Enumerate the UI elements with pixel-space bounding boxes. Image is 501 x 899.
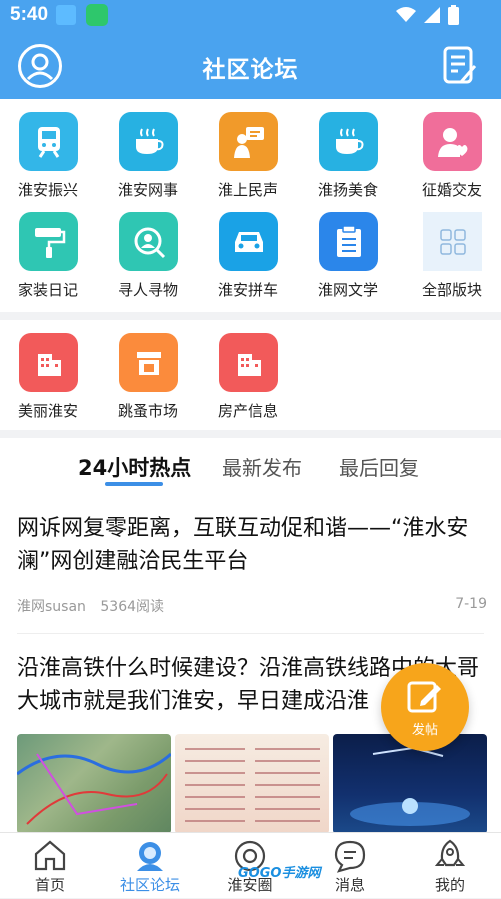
category-huaian-pinche[interactable]: 淮安拼车 [200,199,300,299]
post-divider [17,633,484,634]
category-label: 全部版块 [422,281,483,299]
search-person-icon [119,212,178,271]
speaker-person-icon [219,112,278,171]
category-grid: 淮安振兴 淮安网事 淮上民声 淮扬美食 征婚交友 家装日记 寻人寻物 淮安拼车 … [0,99,501,312]
category-huaiyang-meishi[interactable]: 淮扬美食 [300,99,400,199]
map-thumbnail[interactable] [17,734,171,832]
nav-home[interactable]: 首页 [0,833,100,899]
stats-table-thumbnail[interactable] [175,734,329,832]
page-title: 社区论坛 [202,57,299,83]
home-icon [34,840,66,871]
category-tiaozao-shichang[interactable]: 跳蚤市场 [100,320,200,420]
signal-icon [424,7,440,23]
category-huaishang-minsheng[interactable]: 淮上民声 [200,99,300,199]
nav-label: 社区论坛 [119,876,180,894]
category-label: 寻人寻物 [118,281,179,299]
nav-community[interactable]: 社区论坛 [100,833,200,899]
tab-active-indicator [105,482,163,486]
post-title[interactable]: 网诉网复零距离，互联互动促和谐——“淮水安澜”网创建融洽民生平台 [17,512,487,578]
feed-tabs: 24小时热点 最新发布 最后回复 [0,438,501,498]
category-label: 淮网文学 [318,281,379,299]
new-post-label: 发帖 [411,723,438,738]
category-huaian-wangshi[interactable]: 淮安网事 [100,99,200,199]
category-xunren-xunwu[interactable]: 寻人寻物 [100,199,200,299]
document-list-icon [319,212,378,271]
edit-icon [407,681,441,713]
tab-last-reply[interactable]: 最后回复 [339,452,419,481]
download-notification-icon [56,5,76,25]
battery-icon [448,5,459,25]
app-notification-icon [86,4,108,26]
new-post-button[interactable]: 发帖 [381,663,469,751]
status-time: 5:40 [10,4,49,25]
post-item[interactable]: 网诉网复零距离，互联互动促和谐——“淮水安澜”网创建融洽民生平台 淮网susan… [17,512,487,616]
train-icon [19,112,78,171]
paint-roller-icon [19,212,78,271]
tab-latest[interactable]: 最新发布 [222,452,302,481]
post-meta: 淮网susan 5364阅读 7-19 [17,596,487,616]
coffee-icon [119,112,178,171]
category-label: 美丽淮安 [18,402,79,420]
shop-icon [119,333,178,392]
category-label: 征婚交友 [422,181,483,199]
category-label: 房产信息 [218,402,279,420]
category-zhenghun-jiaoyou[interactable]: 征婚交友 [400,99,500,199]
wifi-icon [396,7,416,22]
chat-icon [334,840,366,873]
nav-label: 首页 [34,876,65,894]
category-fangchan-xinxi[interactable]: 房产信息 [200,320,300,420]
watermark: GOGO手游网 [238,866,321,881]
building-icon [19,333,78,392]
person-heart-icon [423,112,482,171]
nav-label: 我的 [434,876,465,894]
category-label: 跳蚤市场 [118,402,179,420]
post-author: 淮网susan [17,599,86,615]
post-date: 7-19 [455,596,487,612]
category-huaiwang-wenxue[interactable]: 淮网文学 [300,199,400,299]
compose-icon[interactable] [443,46,477,86]
category-label: 淮安拼车 [218,281,279,299]
community-icon [137,842,163,871]
nav-profile[interactable]: 我的 [400,833,500,899]
status-icons [396,5,459,25]
category-grid-secondary: 美丽淮安 跳蚤市场 房产信息 [0,320,501,430]
category-label: 淮扬美食 [318,181,379,199]
category-label: 淮安振兴 [18,181,79,199]
category-meili-huaian[interactable]: 美丽淮安 [0,320,100,420]
tab-24h-hot[interactable]: 24小时热点 [78,452,191,482]
post-reads: 5364阅读 [100,599,165,615]
grid-icon [423,212,482,271]
app-header: 社区论坛 [0,32,501,99]
category-huaian-zhenxing[interactable]: 淮安振兴 [0,99,100,199]
car-icon [219,212,278,271]
category-jiazhuang-riji[interactable]: 家装日记 [0,199,100,299]
category-label: 淮安网事 [118,181,179,199]
status-bar: 5:40 [0,0,501,32]
category-label: 淮上民声 [218,181,279,199]
category-label: 家装日记 [18,281,79,299]
rocket-icon [434,839,466,867]
coffee-icon [319,112,378,171]
category-all-sections[interactable]: 全部版块 [400,199,500,299]
building-icon [219,333,278,392]
